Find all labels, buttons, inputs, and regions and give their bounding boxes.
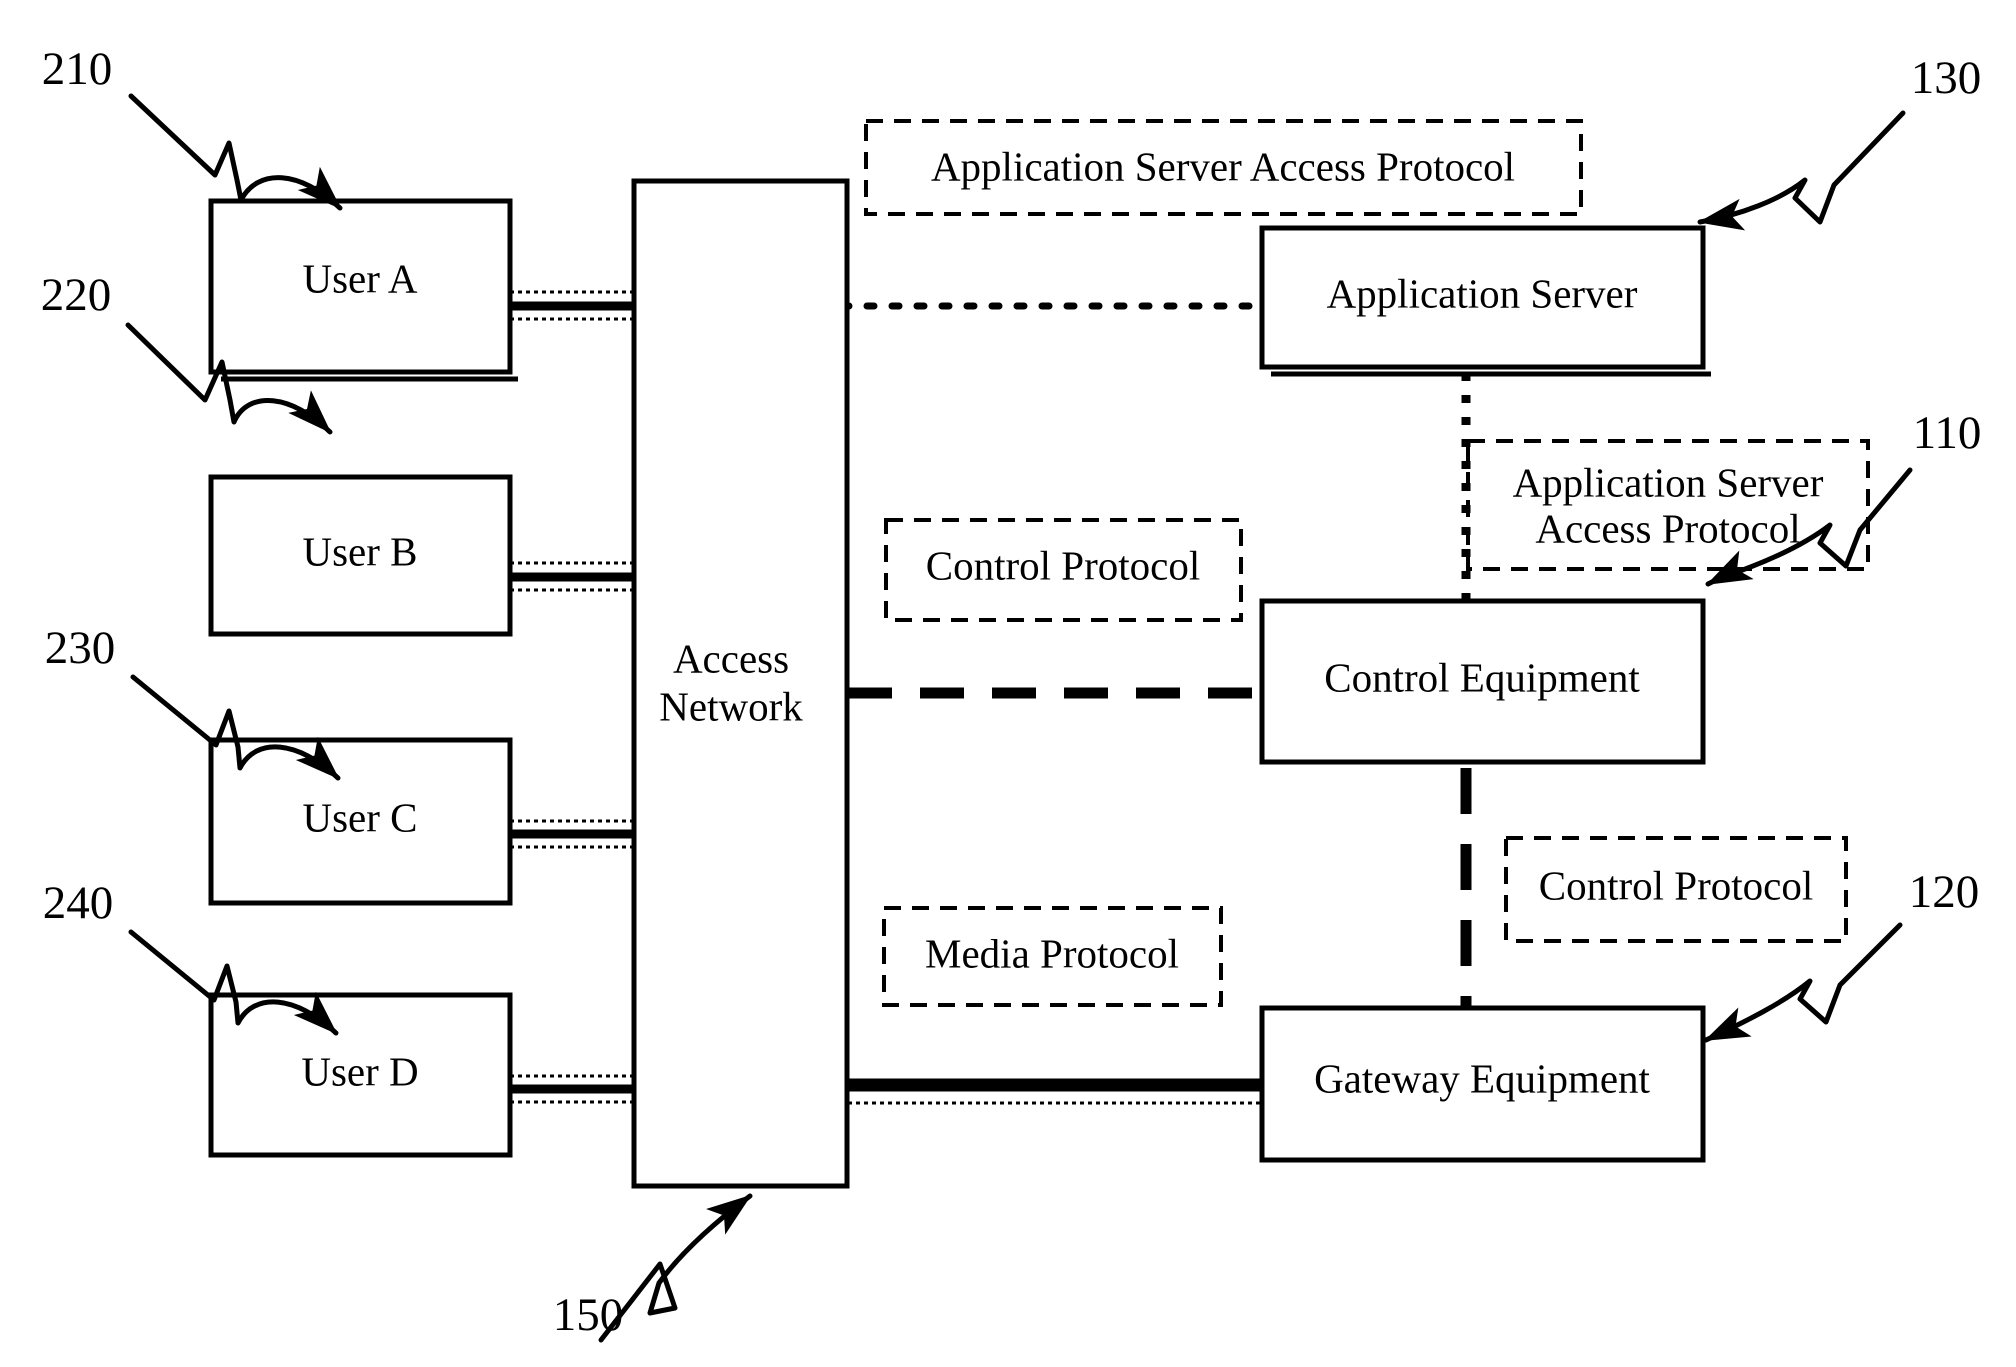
connection-user-a-to-access-network [510,290,640,321]
label-application-server-access-protocol-top-text: Application Server Access Protocol [931,143,1515,189]
label-control-protocol-right-text: Control Protocol [1539,862,1813,908]
node-application-server-label: Application Server [1327,270,1638,316]
label-application-server-access-protocol-right-line1: Application Server [1513,459,1824,505]
node-control-equipment-label: Control Equipment [1324,654,1640,700]
ref-numeral-220: 220 [41,269,112,321]
ref-numeral-210: 210 [42,43,113,95]
connection-user-d-to-access-network [510,1074,640,1104]
label-media-protocol-text: Media Protocol [925,930,1179,976]
ref-numeral-240: 240 [43,877,114,929]
leader-150: 150 [553,1193,753,1343]
node-gateway-equipment-label: Gateway Equipment [1314,1055,1650,1101]
node-user-a[interactable]: User A [208,198,518,382]
node-control-equipment[interactable]: Control Equipment [1259,598,1706,765]
ref-numeral-120: 120 [1909,866,1980,918]
node-user-c[interactable]: User C [208,737,513,906]
ref-numeral-150: 150 [553,1289,624,1341]
node-application-server[interactable]: Application Server [1259,225,1711,377]
label-application-server-access-protocol-right-line2: Access Protocol [1535,505,1800,551]
node-user-b-label: User B [302,528,417,574]
connection-user-b-to-access-network [510,561,640,592]
ref-numeral-110: 110 [1913,407,1982,459]
node-user-d[interactable]: User D [208,992,513,1158]
node-user-b[interactable]: User B [208,474,513,637]
node-user-a-label: User A [302,255,417,301]
label-application-server-access-protocol-top: Application Server Access Protocol [864,119,1583,216]
label-application-server-access-protocol-right: Application Server Access Protocol [1466,439,1870,571]
node-gateway-equipment[interactable]: Gateway Equipment [1259,1005,1706,1163]
label-media-protocol: Media Protocol [882,906,1223,1007]
node-access-network-label-line1: Access [673,635,789,681]
label-control-protocol-right: Control Protocol [1504,836,1848,943]
ref-numeral-130: 130 [1911,52,1982,104]
connection-access-network-to-gateway-equipment [848,1078,1262,1105]
label-control-protocol-left: Control Protocol [884,518,1243,622]
figure-canvas: User A User B User C User D Access Netwo… [0,0,2016,1367]
block-diagram: User A User B User C User D Access Netwo… [41,43,1982,1343]
node-user-d-label: User D [301,1048,418,1094]
leader-210: 210 [42,43,343,211]
leader-130: 130 [1697,52,1982,231]
label-control-protocol-left-text: Control Protocol [926,542,1200,588]
connection-user-c-to-access-network [510,819,640,849]
ref-numeral-230: 230 [45,622,116,674]
node-access-network[interactable]: Access Network [631,178,850,1189]
node-user-c-label: User C [302,794,417,840]
node-access-network-label-line2: Network [659,683,803,729]
